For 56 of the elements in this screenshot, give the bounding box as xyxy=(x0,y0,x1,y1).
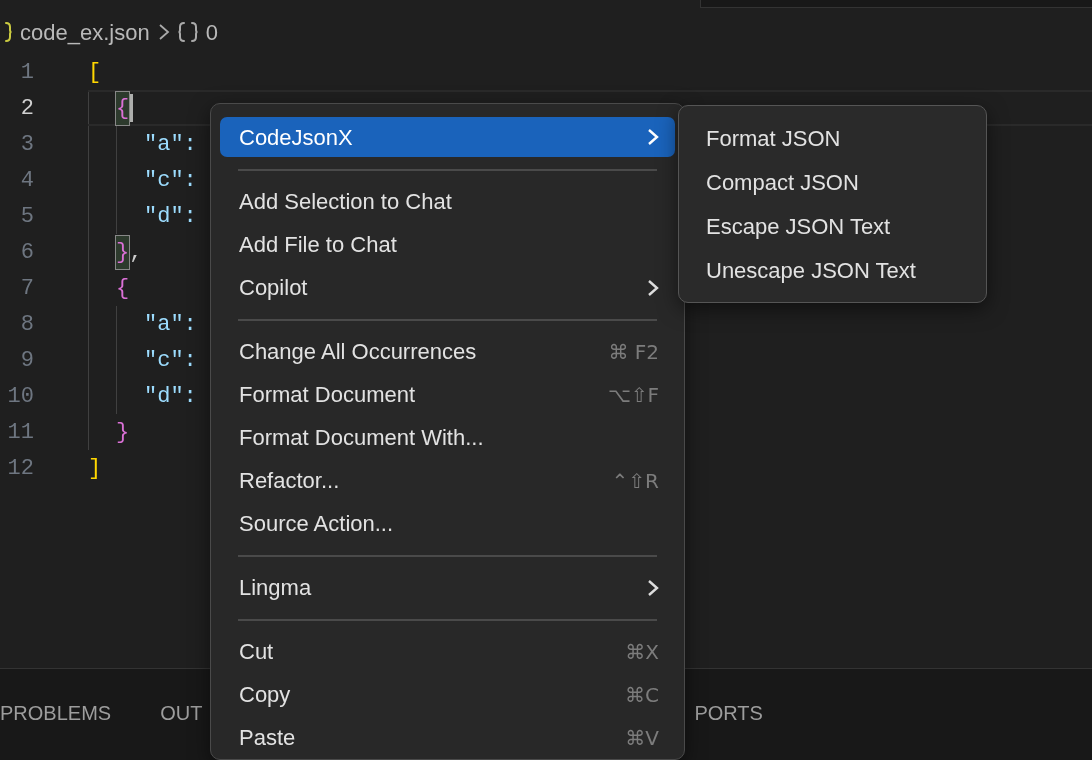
text-cursor xyxy=(130,94,134,122)
code-bracket: { xyxy=(116,274,130,303)
menu-item[interactable]: Escape JSON Text xyxy=(688,204,977,248)
line-number: 8 xyxy=(19,310,34,339)
line-number: 3 xyxy=(19,130,34,159)
code-key: "d": xyxy=(144,199,197,233)
breadcrumb-file[interactable]: code_ex.json xyxy=(20,15,150,49)
line-number: 4 xyxy=(19,166,34,195)
panel-tab[interactable]: PROBLEMS xyxy=(0,697,112,728)
menu-item[interactable]: Change All Occurrences ⌘ F2 xyxy=(220,330,675,373)
code-bracket: } xyxy=(116,418,130,447)
menu-item[interactable]: Cut ⌘X xyxy=(220,630,675,673)
menu-item[interactable]: CodeJsonX xyxy=(220,117,675,157)
code-comma: , xyxy=(129,238,143,267)
code-bracket: ] xyxy=(88,454,102,483)
breadcrumb-symbol[interactable]: 0 xyxy=(205,15,218,49)
code-key: "d": xyxy=(144,379,197,413)
braces-icon xyxy=(177,21,198,43)
menu-item[interactable]: Refactor... ⌃⇧R xyxy=(220,459,675,502)
menu-item[interactable]: Unescape JSON Text xyxy=(688,248,977,292)
line-number: 5 xyxy=(19,202,34,231)
code-bracket: } xyxy=(116,235,130,269)
menu-item[interactable]: Lingma xyxy=(220,566,675,609)
menu-item[interactable]: Format Document With... xyxy=(220,416,675,459)
line-number: 1 xyxy=(19,58,34,87)
code-bracket: { xyxy=(116,91,130,125)
line-number: 6 xyxy=(19,238,34,267)
shortcut-label: ⌘C xyxy=(625,681,659,709)
line-number: 10 xyxy=(6,382,34,411)
line-number: 2 xyxy=(19,94,34,123)
panel-tab[interactable]: OUT xyxy=(160,697,203,728)
line-number: 9 xyxy=(19,346,34,375)
code-key: "c": xyxy=(144,163,197,197)
code-bracket: [ xyxy=(88,58,102,87)
line-number: 11 xyxy=(6,418,34,447)
shortcut-label: ⌥⇧F xyxy=(607,381,659,409)
code-key: "a": xyxy=(144,307,197,341)
menu-item[interactable]: Add File to Chat xyxy=(220,223,675,266)
shortcut-label: ⌘X xyxy=(625,638,659,666)
menu-item[interactable]: Add Selection to Chat xyxy=(220,180,675,223)
menu-item[interactable]: Copy ⌘C xyxy=(220,673,675,716)
shortcut-label: ⌃⇧R xyxy=(611,467,659,495)
menu-item[interactable]: Compact JSON xyxy=(688,160,977,204)
shortcut-label: ⌘V xyxy=(625,724,659,752)
chevron-right-icon xyxy=(157,21,170,43)
code-key: "a": xyxy=(144,127,197,161)
shortcut-label: ⌘ F2 xyxy=(608,338,659,366)
code-key: "c": xyxy=(144,343,197,377)
menu-item[interactable]: Source Action... xyxy=(220,502,675,545)
line-number: 7 xyxy=(19,274,34,303)
line-number: 12 xyxy=(6,454,34,483)
menu-item[interactable]: Paste ⌘V xyxy=(220,716,675,759)
menu-item[interactable]: Format JSON xyxy=(688,116,977,160)
menu-item[interactable]: Copilot xyxy=(220,266,675,309)
panel-tab[interactable]: PORTS xyxy=(694,697,763,728)
menu-item[interactable]: Format Document ⌥⇧F xyxy=(220,373,675,416)
